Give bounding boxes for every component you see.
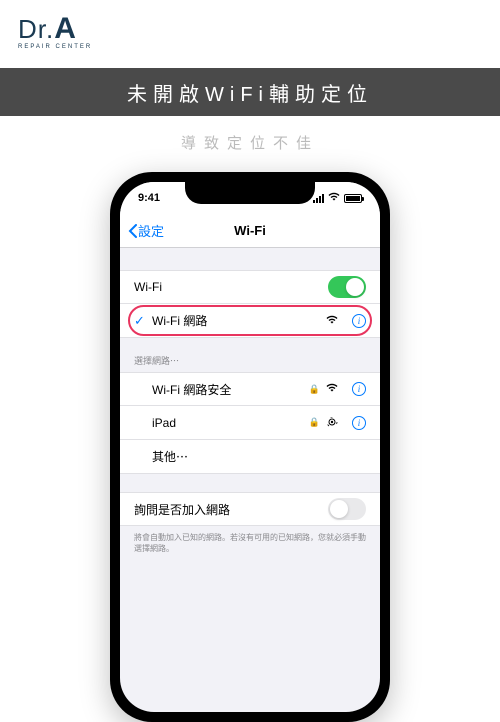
section-header: 選擇網路⋯: [120, 338, 380, 372]
back-label: 設定: [138, 221, 164, 240]
nav-bar: 設定 Wi-Fi: [120, 214, 380, 248]
connected-label: Wi-Fi 網路: [152, 312, 326, 329]
ask-label: 詢問是否加入網路: [134, 501, 328, 518]
battery-icon: [344, 194, 362, 203]
network-label: Wi-Fi 網路安全: [152, 381, 309, 398]
network-row[interactable]: ✓ Wi-Fi 網路安全 🔒 i: [120, 372, 380, 406]
back-button[interactable]: 設定: [128, 221, 164, 240]
signal-icon: [313, 194, 324, 203]
brand-sub: REPAIR CENTER: [18, 44, 92, 50]
wifi-status-icon: [328, 192, 340, 204]
brand-logo: Dr.A: [18, 12, 77, 46]
network-row[interactable]: ✓ iPad 🔒 i: [120, 406, 380, 440]
other-network-row[interactable]: ✓ 其他⋯: [120, 440, 380, 474]
info-icon[interactable]: i: [352, 314, 366, 328]
ask-join-row: 詢問是否加入網路: [120, 492, 380, 526]
status-time: 9:41: [138, 192, 160, 204]
phone-frame: 9:41 設定 Wi-Fi Wi-Fi ✓ Wi-Fi 網路 i 選擇網路⋯ ✓…: [110, 172, 390, 722]
headline-banner: 未開啟WiFi輔助定位: [0, 68, 500, 116]
hotspot-icon: [326, 416, 338, 430]
connected-network-row[interactable]: ✓ Wi-Fi 網路 i: [120, 304, 380, 338]
network-label: iPad: [152, 416, 309, 430]
ask-toggle[interactable]: [328, 498, 366, 520]
wifi-toggle-row: Wi-Fi: [120, 270, 380, 304]
notch: [185, 182, 315, 204]
subtitle: 導致定位不佳: [0, 132, 500, 153]
wifi-toggle[interactable]: [328, 276, 366, 298]
wifi-signal-icon: [326, 315, 338, 327]
lock-icon: 🔒: [309, 384, 320, 395]
other-label: 其他⋯: [152, 448, 366, 465]
footer-text: 將會自動加入已知的網路。若沒有可用的已知網路，您就必須手動選擇網路。: [120, 526, 380, 560]
wifi-signal-icon: [326, 383, 338, 395]
wifi-label: Wi-Fi: [134, 280, 328, 294]
checkmark-icon: ✓: [134, 313, 146, 329]
info-icon[interactable]: i: [352, 416, 366, 430]
lock-icon: 🔒: [309, 417, 320, 428]
info-icon[interactable]: i: [352, 382, 366, 396]
